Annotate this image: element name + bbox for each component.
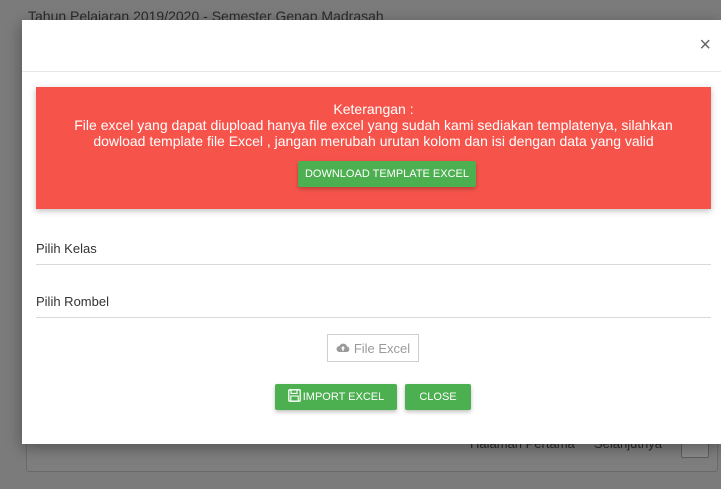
import-excel-button[interactable]: IMPORT EXCEL — [275, 384, 397, 410]
kelas-select[interactable]: Pilih Kelas — [36, 232, 711, 265]
cloud-upload-icon — [336, 341, 350, 356]
kelas-select-label: Pilih Kelas — [36, 241, 97, 256]
import-excel-label: IMPORT EXCEL — [302, 391, 385, 403]
save-icon — [287, 389, 301, 405]
modal-header: × — [22, 20, 721, 72]
alert-text-line2: dowload template file Excel , jangan mer… — [93, 133, 654, 149]
file-excel-button[interactable]: File Excel — [327, 334, 419, 362]
rombel-select[interactable]: Pilih Rombel — [36, 285, 711, 318]
info-alert: Keterangan : File excel yang dapat diupl… — [36, 87, 711, 209]
close-button[interactable]: CLOSE — [405, 384, 471, 410]
rombel-select-label: Pilih Rombel — [36, 294, 109, 309]
close-icon[interactable]: × — [699, 34, 711, 57]
alert-text-line1: File excel yang dapat diupload hanya fil… — [74, 117, 673, 133]
download-template-button[interactable]: DOWNLOAD TEMPLATE EXCEL — [298, 161, 476, 187]
file-excel-label: File Excel — [353, 340, 411, 356]
import-modal: × Keterangan : File excel yang dapat diu… — [22, 20, 721, 444]
alert-heading: Keterangan : — [333, 101, 414, 117]
